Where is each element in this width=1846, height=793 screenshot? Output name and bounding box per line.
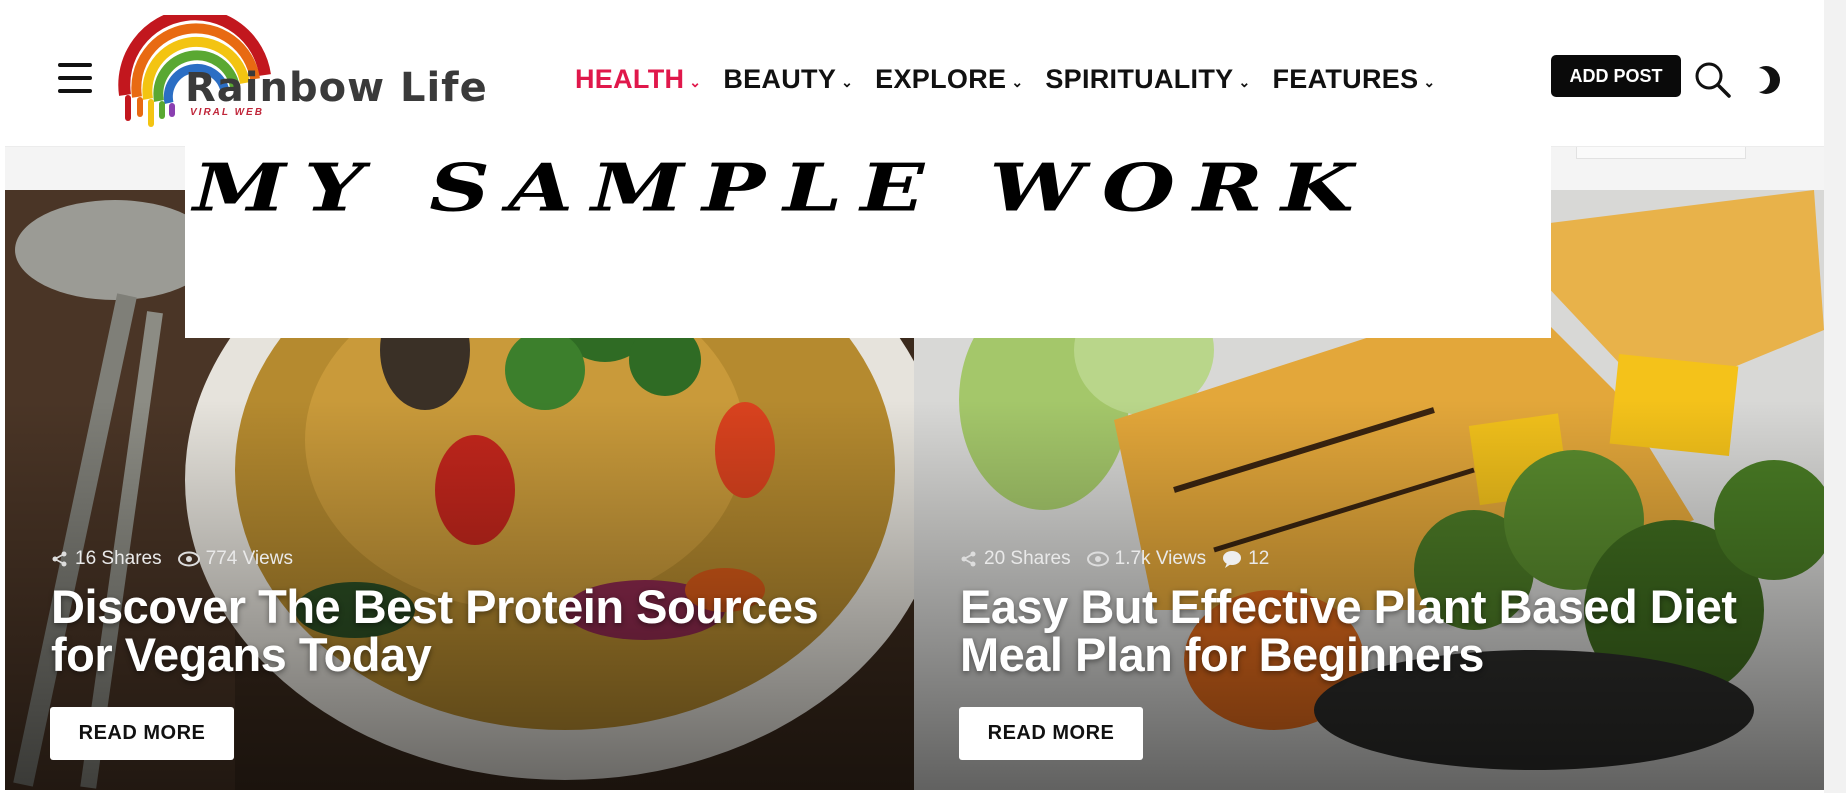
eye-icon xyxy=(1086,551,1109,567)
chevron-down-icon: ⌄ xyxy=(1238,73,1251,90)
nav-item-label: SPIRITUALITY xyxy=(1045,63,1234,94)
view-count: 1.7k Views xyxy=(1086,548,1207,570)
overlay-text: MY SAMPLE WORK xyxy=(193,149,1372,227)
nav-item-label: EXPLORE xyxy=(875,63,1007,94)
comment-count-text: 12 xyxy=(1248,548,1270,569)
share-count: 20 Shares xyxy=(960,548,1071,570)
read-more-button[interactable]: READ MORE xyxy=(50,707,234,760)
logo-tagline: VIRAL WEB xyxy=(190,107,264,118)
share-icon xyxy=(52,551,67,567)
view-count: 774 Views xyxy=(177,548,293,570)
card-title[interactable]: Discover The Best Protein Sources for Ve… xyxy=(51,583,871,679)
card-title[interactable]: Easy But Effective Plant Based Diet Meal… xyxy=(960,583,1780,679)
nav-item-explore[interactable]: EXPLORE ⌄ xyxy=(875,64,1023,95)
page: 16 Shares 774 Views Discover The Best Pr… xyxy=(0,0,1846,793)
nav-item-spirituality[interactable]: SPIRITUALITY ⌄ xyxy=(1045,64,1250,95)
eye-icon xyxy=(177,551,200,567)
share-count: 16 Shares xyxy=(51,548,162,570)
chevron-down-icon: ⌄ xyxy=(1423,73,1436,90)
sample-work-overlay: MY SAMPLE WORK xyxy=(185,145,1551,338)
nav-item-features[interactable]: FEATURES ⌄ xyxy=(1272,64,1435,95)
share-icon xyxy=(961,551,976,567)
nav-item-label: HEALTH xyxy=(575,63,685,94)
nav-item-label: BEAUTY xyxy=(723,63,837,94)
share-count-text: 20 Shares xyxy=(984,548,1071,569)
comment-icon xyxy=(1223,551,1242,568)
site-header: Rainbow Life VIRAL WEB HEALTH ⌄ BEAUTY ⌄ E… xyxy=(5,5,1824,147)
search-icon[interactable] xyxy=(1693,61,1733,99)
moon-icon[interactable] xyxy=(1746,61,1783,99)
add-post-button[interactable]: ADD POST xyxy=(1551,55,1681,97)
card-meta: 16 Shares 774 Views xyxy=(51,548,309,570)
chevron-down-icon: ⌄ xyxy=(841,73,854,90)
site-logo[interactable]: Rainbow Life VIRAL WEB xyxy=(115,15,487,133)
chevron-down-icon: ⌄ xyxy=(689,73,702,90)
chevron-down-icon: ⌄ xyxy=(1011,73,1024,90)
read-more-button[interactable]: READ MORE xyxy=(959,707,1143,760)
comment-count[interactable]: 12 xyxy=(1222,548,1269,570)
card-meta: 20 Shares 1.7k Views 12 xyxy=(960,548,1285,570)
share-count-text: 16 Shares xyxy=(75,548,162,569)
scroll-gutter xyxy=(1824,0,1846,793)
nav-item-label: FEATURES xyxy=(1272,63,1419,94)
nav-item-beauty[interactable]: BEAUTY ⌄ xyxy=(723,64,853,95)
nav-item-health[interactable]: HEALTH ⌄ xyxy=(575,64,701,95)
view-count-text: 774 Views xyxy=(205,548,293,569)
view-count-text: 1.7k Views xyxy=(1114,548,1207,569)
hamburger-icon[interactable] xyxy=(55,60,95,96)
main-nav: HEALTH ⌄ BEAUTY ⌄ EXPLORE ⌄ SPIRITUALITY ⌄ F… xyxy=(575,57,1457,101)
logo-name: Rainbow Life xyxy=(185,65,488,111)
